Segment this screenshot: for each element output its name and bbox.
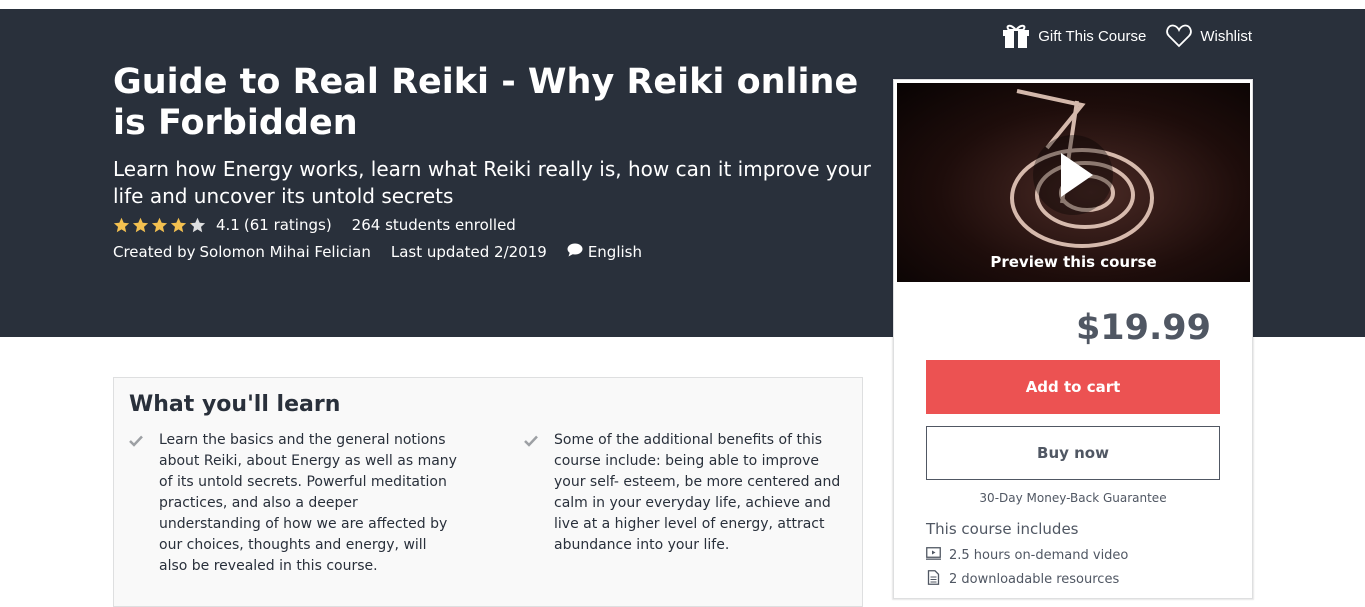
heart-icon [1166, 24, 1193, 48]
star-icon [113, 217, 130, 232]
star-icon [132, 217, 149, 232]
video-icon [926, 546, 941, 564]
what-you-learn-box: What you'll learn Learn the basics and t… [113, 377, 863, 607]
includes-title: This course includes [926, 520, 1079, 538]
wishlist-button[interactable]: Wishlist [1166, 24, 1252, 48]
language-info: English [567, 243, 642, 261]
learn-item: Some of the additional benefits of this … [524, 430, 844, 556]
learn-item-text: Learn the basics and the general notions… [159, 432, 457, 574]
what-you-learn-title: What you'll learn [129, 392, 341, 417]
hero-actions: Gift This Course Wishlist [1002, 23, 1252, 49]
rating-count[interactable]: (61 ratings) [244, 216, 332, 234]
course-subtitle: Learn how Energy works, learn what Reiki… [113, 157, 871, 208]
star-icon [189, 217, 206, 232]
last-updated: Last updated 2/2019 [390, 243, 547, 261]
purchase-sidebar: Preview this course $19.99 Add to cart B… [893, 79, 1253, 599]
rating-row: 4.1 (61 ratings) 264 students enrolled [113, 216, 516, 234]
buy-now-button[interactable]: Buy now [926, 426, 1220, 480]
check-icon [524, 430, 540, 556]
wishlist-label: Wishlist [1200, 27, 1252, 45]
includes-item-text: 2.5 hours on-demand video [949, 547, 1129, 563]
preview-label: Preview this course [990, 253, 1157, 271]
enrolled-count: 264 students enrolled [351, 216, 516, 234]
add-to-cart-button[interactable]: Add to cart [926, 360, 1220, 414]
course-preview-video[interactable]: Preview this course [897, 83, 1250, 282]
created-by-prefix: Created by [113, 243, 196, 261]
speech-bubble-icon [567, 243, 583, 261]
creator-link[interactable]: Solomon Mihai Felician [200, 243, 371, 261]
rating-value: 4.1 [216, 216, 240, 234]
money-back-guarantee: 30-Day Money-Back Guarantee [979, 491, 1167, 505]
course-price: $19.99 [1075, 308, 1211, 348]
gift-course-label: Gift This Course [1038, 27, 1147, 45]
top-strip [0, 0, 1365, 9]
course-meta: Created by Solomon Mihai Felician Last u… [113, 243, 642, 261]
includes-item: 2.5 hours on-demand video [926, 543, 1128, 567]
language-label: English [587, 243, 642, 261]
includes-list: 2.5 hours on-demand video 2 downloadable… [926, 543, 1128, 591]
course-title: Guide to Real Reiki - Why Reiki online i… [113, 62, 859, 143]
includes-item-text: 2 downloadable resources [949, 571, 1120, 587]
star-icon [151, 217, 168, 232]
includes-item: 2 downloadable resources [926, 567, 1128, 591]
check-icon [129, 430, 145, 577]
gift-icon [1002, 23, 1030, 49]
learn-item: Learn the basics and the general notions… [129, 430, 459, 577]
star-rating [113, 217, 206, 234]
gift-course-button[interactable]: Gift This Course [1002, 23, 1146, 49]
star-icon [170, 217, 187, 232]
learn-item-text: Some of the additional benefits of this … [554, 432, 841, 553]
play-icon[interactable] [1033, 135, 1113, 215]
